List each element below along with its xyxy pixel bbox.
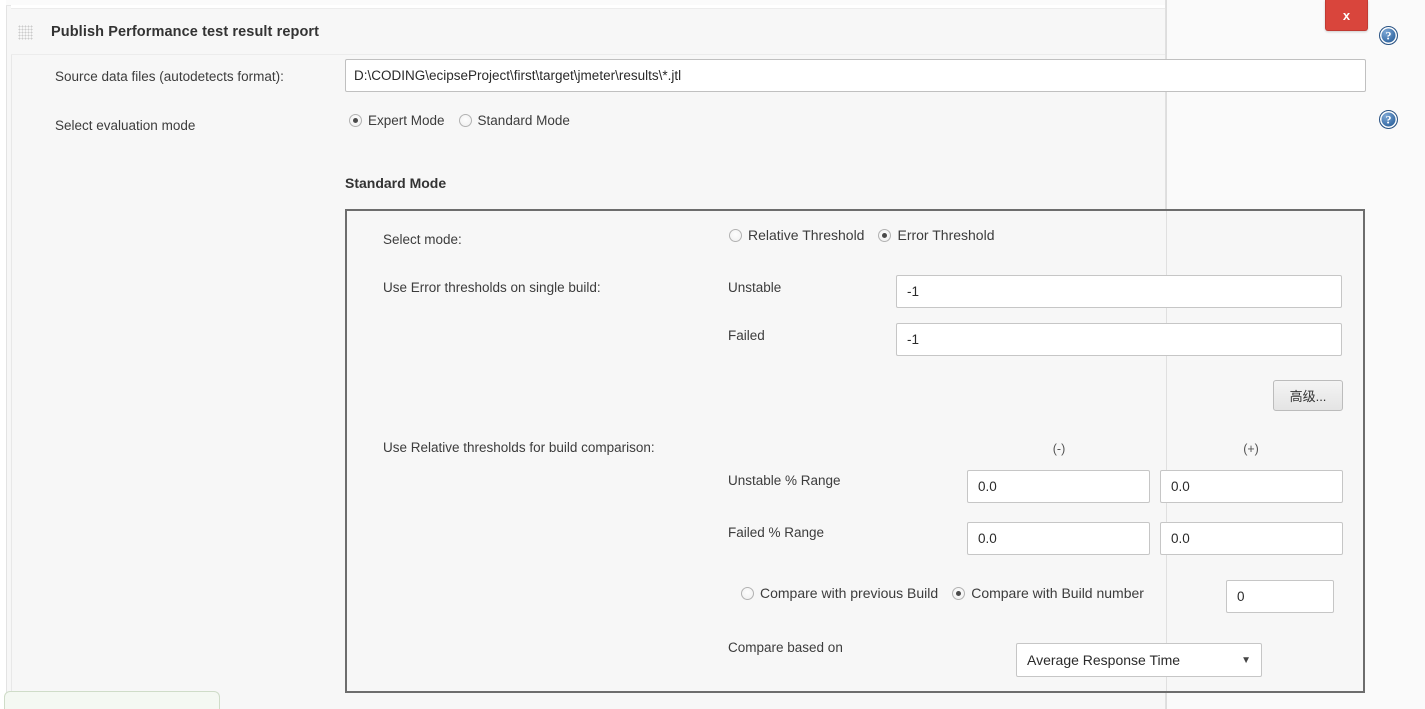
select-mode-label: Select mode: [383,232,462,247]
radio-expert-mode[interactable] [349,114,362,127]
failed-threshold-input[interactable] [896,323,1342,356]
failed-range-minus-input[interactable] [967,522,1150,555]
unstable-range-minus-input[interactable] [967,470,1150,503]
header-rule [11,54,1165,55]
radio-label-relative-threshold[interactable]: Relative Threshold [748,227,864,243]
source-data-label: Source data files (autodetects format): [55,69,284,84]
radio-label-error-threshold[interactable]: Error Threshold [897,227,994,243]
bottom-left-panel-fragment [4,691,220,709]
failed-percent-range-label: Failed % Range [728,525,825,540]
radio-standard-mode[interactable] [458,114,472,127]
unstable-threshold-input[interactable] [896,275,1342,308]
page-title: Publish Performance test result report [51,24,320,40]
compare-metric-selected-value: Average Response Time [1027,652,1181,668]
help-icon[interactable]: ? [1379,110,1398,129]
compare-based-on-label: Compare based on [728,640,843,655]
radio-label-compare-build-number[interactable]: Compare with Build number [971,585,1144,601]
error-thresholds-label: Use Error thresholds on single build: [383,280,601,295]
column-header-minus: (-) [1052,442,1066,456]
radio-error-threshold[interactable] [878,228,892,242]
grid-drag-handle-icon[interactable] [18,25,33,40]
help-icon[interactable]: ? [1379,26,1398,45]
radio-compare-build-number[interactable] [952,586,966,600]
standard-mode-heading: Standard Mode [345,175,447,191]
evaluation-mode-label: Select evaluation mode [55,118,196,133]
column-header-plus: (+) [1243,442,1259,456]
unstable-label: Unstable [728,280,782,295]
chevron-down-icon: ▼ [1241,654,1251,666]
unstable-percent-range-label: Unstable % Range [728,473,841,488]
help-icon-glyph: ? [1385,28,1392,42]
compare-build-radio-group: Compare with previous Build Compare with… [741,585,1152,601]
radio-relative-threshold[interactable] [729,228,742,242]
failed-range-plus-input[interactable] [1160,522,1343,555]
radio-label-standard-mode[interactable]: Standard Mode [478,113,570,128]
compare-metric-select[interactable]: Average Response Time ▼ [1016,643,1262,677]
help-icon-glyph: ? [1385,112,1392,126]
failed-label: Failed [728,328,765,343]
unstable-range-plus-input[interactable] [1160,470,1343,503]
evaluation-mode-radio-group: Expert Mode Standard Mode [349,113,578,128]
radio-label-compare-previous-build[interactable]: Compare with previous Build [760,585,938,601]
vertical-divider [1165,0,1166,209]
select-mode-radio-group: Relative Threshold Error Threshold [729,227,1003,243]
window-frame-left-edge [0,0,7,709]
standard-mode-panel: Select mode: Relative Threshold Error Th… [345,209,1365,693]
build-number-input[interactable] [1226,580,1334,613]
advanced-button[interactable]: 高级... [1273,380,1343,411]
radio-label-expert-mode[interactable]: Expert Mode [368,113,445,128]
relative-thresholds-label: Use Relative thresholds for build compar… [383,440,655,455]
radio-compare-previous-build[interactable] [741,586,754,600]
source-data-input[interactable] [345,59,1366,92]
vertical-divider [1165,693,1166,709]
application-root: Publish Performance test result report x… [0,0,1425,709]
close-button[interactable]: x [1325,0,1368,31]
